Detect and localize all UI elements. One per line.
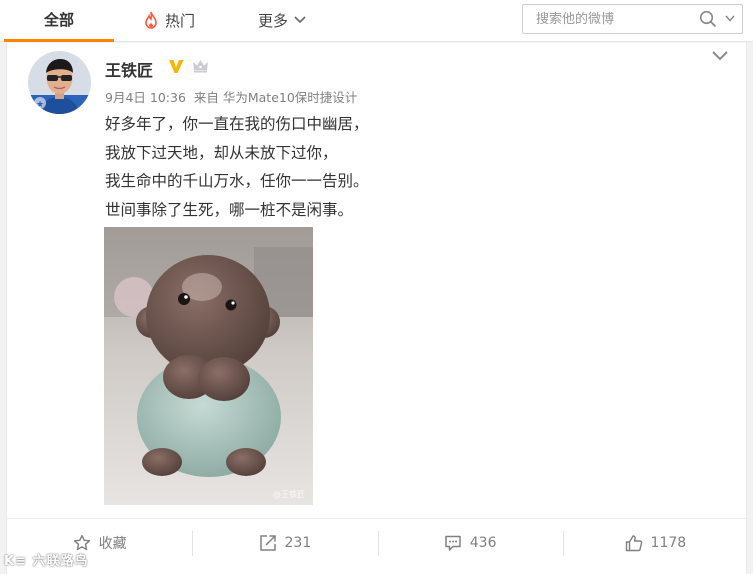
comment-icon xyxy=(445,535,461,551)
tab-more-label: 更多 xyxy=(258,11,289,30)
chevron-down-icon[interactable] xyxy=(711,50,729,62)
crown-icon[interactable] xyxy=(192,58,209,73)
post-meta: 9月4日 10:36 来自 华为Mate10保时捷设计 xyxy=(105,87,357,106)
footer-watermark: K≡ 六联路鸟 xyxy=(4,554,89,569)
image-watermark: @王铁匠 xyxy=(273,490,305,499)
post-text-line: 好多年了，你一直在我的伤口中幽居， xyxy=(105,115,369,133)
top-nav-bar: 全部 热门 更多 xyxy=(0,0,753,42)
search-input[interactable] xyxy=(523,5,703,33)
repost-button[interactable]: 231 xyxy=(192,519,377,567)
tab-more[interactable]: 更多 xyxy=(258,0,306,40)
svg-text:★: ★ xyxy=(36,100,44,110)
post-text-line: 我生命中的千山万水，任你一一告别。 xyxy=(105,172,369,190)
action-bar: 收藏 231 436 1178 xyxy=(7,518,748,567)
post-image[interactable]: @王铁匠 xyxy=(104,227,313,505)
post-date[interactable]: 9月4日 10:36 xyxy=(105,90,186,105)
flame-icon xyxy=(145,11,157,29)
repost-count: 231 xyxy=(284,535,312,551)
post-text-line: 我放下过天地，却从未放下过你， xyxy=(105,143,338,162)
post-source: 来自 华为Mate10保时捷设计 xyxy=(193,90,358,105)
chevron-down-icon xyxy=(294,16,306,24)
post-card: ★ 王铁匠 9月4日 10:36 来自 华为Mate10保时捷设计 好多年了，你… xyxy=(6,43,748,574)
avatar[interactable]: ★ xyxy=(28,51,91,114)
search-dropdown-icon[interactable] xyxy=(725,15,735,22)
post-text-line: 世间事除了生死，哪一桩不是闲事。 xyxy=(105,200,354,219)
verified-v-icon[interactable] xyxy=(167,57,185,75)
share-icon xyxy=(259,535,276,551)
post-text: 好多年了，你一直在我的伤口中幽居， 我放下过天地，却从未放下过你， 我生命中的千… xyxy=(105,110,725,224)
tab-all[interactable]: 全部 xyxy=(4,0,114,42)
comment-button[interactable]: 436 xyxy=(377,519,563,567)
tab-hot[interactable]: 热门 xyxy=(143,0,195,40)
favorite-label: 收藏 xyxy=(98,536,127,552)
like-count: 1178 xyxy=(650,535,687,551)
search-box xyxy=(522,4,743,34)
tab-hot-label: 热门 xyxy=(165,11,196,30)
author-name[interactable]: 王铁匠 xyxy=(105,57,153,81)
like-button[interactable]: 1178 xyxy=(562,519,748,567)
thumbs-up-icon xyxy=(625,535,642,552)
search-icon[interactable] xyxy=(699,10,717,28)
comment-count: 436 xyxy=(469,535,497,551)
